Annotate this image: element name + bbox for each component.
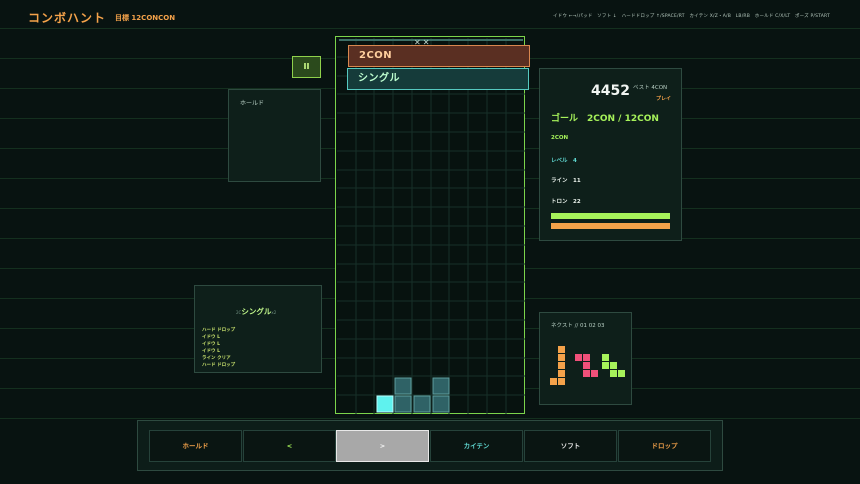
log-entry: ハード ドロップ bbox=[202, 328, 236, 333]
game-state: プレイ bbox=[656, 96, 672, 102]
best-combo: ベスト 4CON bbox=[633, 85, 668, 91]
locked-block bbox=[432, 377, 450, 395]
next-piece-block bbox=[583, 362, 590, 369]
next-piece-block bbox=[602, 354, 609, 361]
next-piece-block bbox=[558, 362, 565, 369]
combo-panel-title: 2Cシングルx2 bbox=[236, 306, 276, 317]
soft-drop-button[interactable]: ソフト bbox=[524, 430, 617, 462]
playfield-grid bbox=[337, 38, 525, 414]
pause-button[interactable]: II bbox=[292, 56, 321, 78]
next-piece-block bbox=[550, 378, 557, 385]
lines-stat: ライン 11 bbox=[551, 178, 581, 184]
combo-banner: 2CON bbox=[348, 45, 530, 67]
locked-block bbox=[394, 395, 412, 413]
active-block bbox=[376, 395, 394, 413]
locked-block bbox=[432, 395, 450, 413]
goal-text: ゴール 2CON / 12CON bbox=[551, 114, 659, 124]
progress-bar-primary bbox=[551, 213, 670, 219]
playfield bbox=[335, 36, 525, 414]
next-piece-block bbox=[583, 370, 590, 377]
log-entry: イドウ L bbox=[202, 349, 220, 354]
next-piece-block bbox=[591, 370, 598, 377]
next-piece-block bbox=[618, 370, 625, 377]
rotate-button[interactable]: カイテン bbox=[430, 430, 523, 462]
next-piece-block bbox=[558, 378, 565, 385]
log-entry: ハード ドロップ bbox=[202, 363, 236, 368]
score-value: 4452 bbox=[591, 83, 630, 99]
target-label: 目標 12CONCON bbox=[115, 14, 176, 22]
clear-banner: シングル bbox=[347, 68, 529, 90]
move-right-button[interactable]: > bbox=[336, 430, 429, 462]
progress-bar-secondary bbox=[551, 223, 670, 229]
log-entry: イドウ L bbox=[202, 342, 220, 347]
tron-stat: トロン 22 bbox=[551, 199, 581, 205]
next-piece-block bbox=[575, 354, 582, 361]
next-label: ネクスト // 01 02 03 bbox=[551, 323, 605, 329]
log-entry: イドウ L bbox=[202, 335, 220, 340]
game-title: コンボハント bbox=[28, 11, 107, 25]
level-stat: レベル 4 bbox=[551, 158, 577, 164]
next-piece-block bbox=[558, 370, 565, 377]
move-left-button[interactable]: < bbox=[243, 430, 336, 462]
next-piece-block bbox=[610, 370, 617, 377]
next-piece-block bbox=[602, 362, 609, 369]
hold-label: ホールド bbox=[240, 100, 265, 107]
hold-button[interactable]: ホールド bbox=[149, 430, 242, 462]
next-piece-block bbox=[610, 362, 617, 369]
next-piece-block bbox=[583, 354, 590, 361]
combo-suffix: x2 bbox=[271, 310, 277, 315]
next-piece-block bbox=[558, 346, 565, 353]
combo-title-text: シングル bbox=[241, 307, 272, 316]
next-piece-block bbox=[558, 354, 565, 361]
controls-help: イドウ ←→/パッド ソフト ↓ ハードドロップ ↑/SPACE/RT カイテン… bbox=[552, 14, 830, 19]
locked-block bbox=[413, 395, 431, 413]
hard-drop-button[interactable]: ドロップ bbox=[618, 430, 711, 462]
combo-stat: 2CON bbox=[551, 135, 569, 141]
log-entry: ライン クリア bbox=[202, 356, 231, 361]
locked-block bbox=[394, 377, 412, 395]
